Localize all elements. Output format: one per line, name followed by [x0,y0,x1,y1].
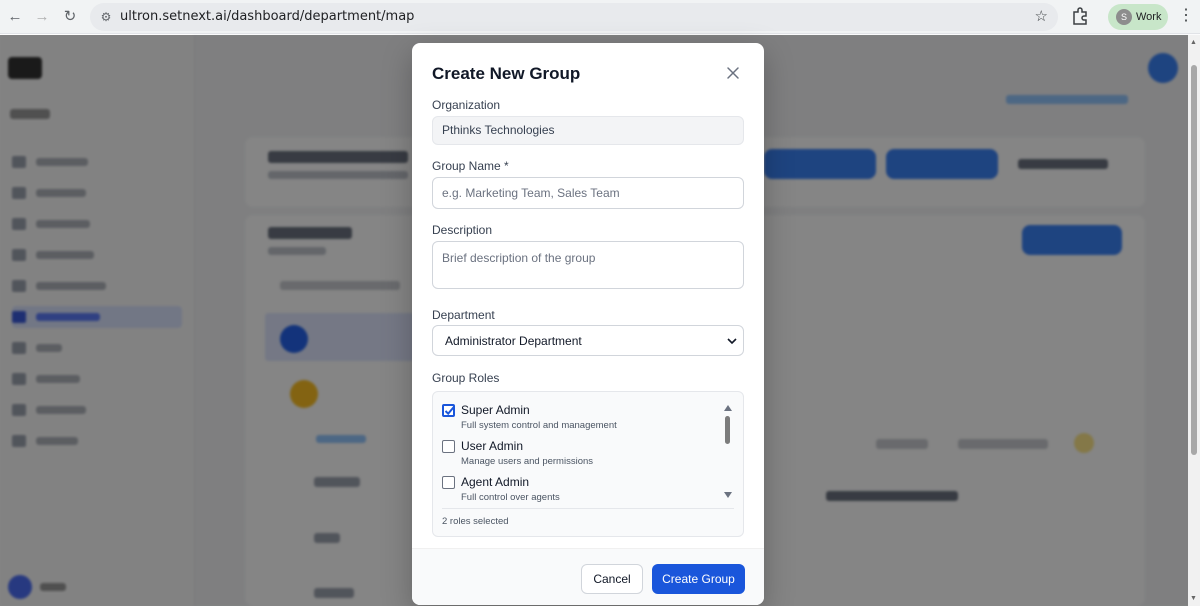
role-checkbox[interactable] [442,476,455,489]
scroll-down-icon[interactable]: ▼ [1190,595,1197,602]
page-scrollbar[interactable]: ▲ ▼ [1188,35,1200,606]
roles-list: Super Admin Full system control and mana… [432,391,744,537]
role-name: Agent Admin [461,475,530,489]
role-description: Manage users and permissions [461,456,594,467]
checkmark-icon [444,406,455,416]
roles-scroll-thumb[interactable] [725,416,730,444]
profile-label: Work [1136,11,1162,23]
forward-icon[interactable]: → [32,7,52,27]
organization-label: Organization [432,98,501,112]
role-name: Super Admin [461,403,530,417]
browser-menu-icon[interactable]: ⋮ [1178,6,1194,26]
divider [442,508,734,509]
extensions-icon[interactable] [1070,6,1090,26]
close-icon[interactable] [725,65,741,81]
roles-selected-count: 2 roles selected [442,516,509,527]
role-description: Full control over agents [461,492,560,503]
site-info-icon[interactable]: ⚙ [98,9,114,25]
chevron-down-icon [727,338,737,345]
description-label: Description [432,223,493,237]
role-item-user-admin[interactable]: User Admin Manage users and permissions [442,438,722,472]
profile-avatar: S [1116,9,1132,25]
scroll-up-icon[interactable]: ▲ [1190,39,1197,46]
address-bar[interactable]: ⚙ ultron.setnext.ai/dashboard/department… [90,3,1058,31]
role-description: Full system control and management [461,420,617,431]
dialog-title: Create New Group [432,64,581,83]
group-roles-label: Group Roles [432,371,500,385]
organization-field: Pthinks Technologies [432,116,744,145]
department-label: Department [432,308,495,322]
department-select[interactable]: Administrator Department [432,325,744,356]
cancel-button[interactable]: Cancel [581,564,643,594]
create-group-dialog: Create New Group Organization Pthinks Te… [412,43,764,605]
url-text: ultron.setnext.ai/dashboard/department/m… [120,9,415,24]
page-scroll-thumb[interactable] [1191,65,1197,455]
create-group-button[interactable]: Create Group [652,564,745,594]
reload-icon[interactable]: ↻ [60,7,80,27]
role-item-super-admin[interactable]: Super Admin Full system control and mana… [442,402,722,436]
role-name: User Admin [461,439,524,453]
bookmark-star-icon[interactable]: ☆ [1035,8,1048,26]
role-checkbox[interactable] [442,440,455,453]
profile-chip[interactable]: S Work [1108,4,1168,30]
group-name-input[interactable] [432,177,744,209]
description-textarea[interactable] [432,241,744,289]
dialog-footer: Cancel Create Group [412,548,764,605]
scroll-up-icon[interactable] [723,404,733,412]
scroll-down-icon[interactable] [723,491,733,499]
role-checkbox-checked[interactable] [442,404,455,417]
department-selected-value: Administrator Department [445,334,582,348]
group-name-label: Group Name * [432,159,509,173]
role-item-agent-admin[interactable]: Agent Admin Full control over agents [442,474,722,508]
back-icon[interactable]: ← [5,7,25,27]
browser-toolbar: ← → ↻ ⚙ ultron.setnext.ai/dashboard/depa… [0,0,1200,34]
